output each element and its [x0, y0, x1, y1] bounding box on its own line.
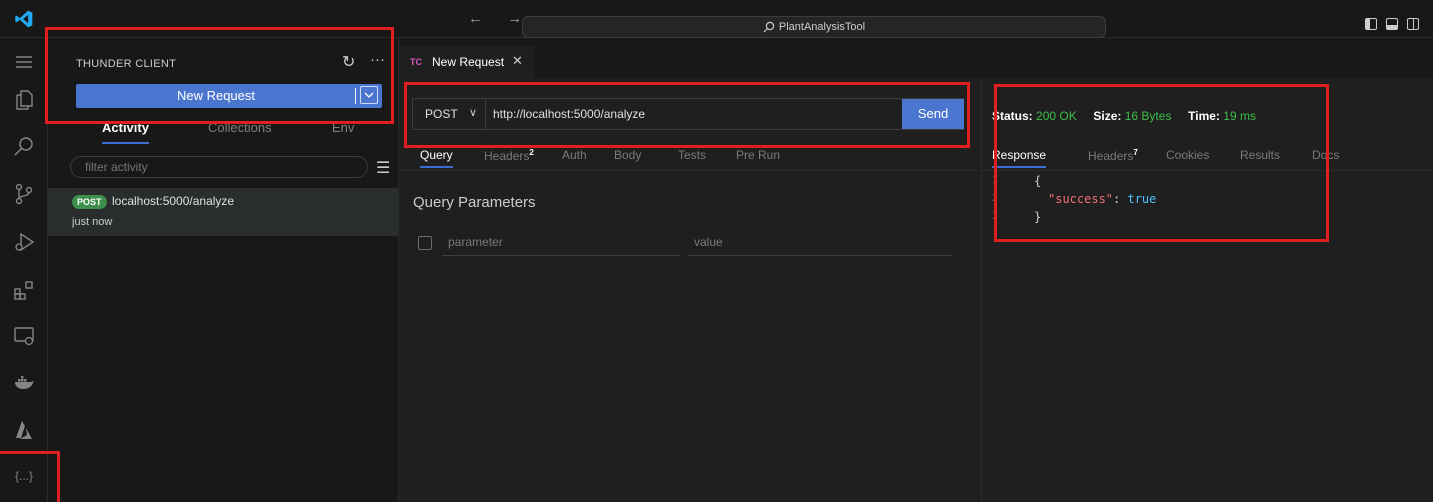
- menu-icon[interactable]: [0, 42, 48, 82]
- line-number: 3: [992, 211, 999, 222]
- tab-tests[interactable]: Tests: [678, 148, 706, 162]
- headers-count-badge: 2: [529, 148, 534, 157]
- response-status-row: Status: 200 OK Size: 16 Bytes Time: 19 m…: [992, 109, 1256, 123]
- param-value-input[interactable]: value: [688, 234, 952, 256]
- time-value: 19 ms: [1223, 109, 1256, 123]
- code-text: }: [1034, 210, 1042, 224]
- refresh-icon[interactable]: ↻: [342, 52, 355, 72]
- activity-url: localhost:5000/analyze: [112, 194, 235, 208]
- editor-tab-bar: TC New Request ✕: [400, 38, 1433, 78]
- chevron-down-icon: [364, 92, 374, 98]
- tab-body[interactable]: Body: [614, 148, 641, 162]
- tab-docs[interactable]: Docs: [1312, 148, 1339, 162]
- filter-row: ☰: [70, 156, 392, 180]
- thunder-client-sidebar: THUNDER CLIENT ↻ ··· New Request Activit…: [48, 38, 399, 502]
- response-tabs: Response Headers7 Cookies Results Docs: [992, 148, 1432, 170]
- more-actions-icon[interactable]: ···: [370, 51, 385, 68]
- tab-env[interactable]: Env: [332, 120, 354, 135]
- filter-activity-input[interactable]: [70, 156, 368, 178]
- tab-title: New Request: [432, 55, 505, 69]
- json-key: "success": [1048, 192, 1114, 206]
- activity-bar: {...}: [0, 38, 48, 502]
- button-divider: [355, 88, 356, 104]
- request-tabs: Query Headers2 Auth Body Tests Pre Run: [420, 148, 960, 170]
- query-parameters-title: Query Parameters: [413, 194, 536, 211]
- search-icon: [763, 21, 775, 33]
- search-icon[interactable]: [0, 126, 48, 166]
- param-checkbox[interactable]: [418, 236, 432, 250]
- code-text: {: [1034, 174, 1042, 188]
- tab-new-request[interactable]: TC New Request ✕: [400, 46, 534, 78]
- json-value: true: [1127, 192, 1157, 206]
- send-button[interactable]: Send: [902, 99, 964, 129]
- code-line: 1 {: [982, 172, 1433, 190]
- tab-response[interactable]: Response: [992, 148, 1047, 168]
- title-bar: ← → PlantAnalysisTool: [0, 0, 1433, 38]
- source-control-icon[interactable]: [0, 174, 48, 214]
- sidebar-tabs: Activity Collections Env: [76, 120, 382, 146]
- request-pane: POST ∨ http://localhost:5000/analyze Sen…: [400, 78, 980, 502]
- code-text: "success": true: [1048, 190, 1156, 208]
- divider: [485, 99, 486, 129]
- json-separator: :: [1113, 192, 1128, 206]
- size-label: Size:: [1093, 109, 1122, 123]
- activity-time: just now: [72, 216, 113, 228]
- azure-icon[interactable]: [0, 410, 48, 450]
- toggle-secondary-sidebar-icon[interactable]: [1407, 18, 1419, 30]
- tab-headers[interactable]: Headers2: [484, 148, 534, 163]
- tab-collections[interactable]: Collections: [208, 120, 272, 135]
- headers-count-badge: 7: [1133, 148, 1138, 157]
- line-number: 1: [992, 175, 999, 186]
- tab-activity[interactable]: Activity: [102, 120, 149, 144]
- response-pane: Status: 200 OK Size: 16 Bytes Time: 19 m…: [981, 78, 1433, 502]
- thunder-client-badge-icon: TC: [410, 57, 422, 67]
- param-name-input[interactable]: parameter: [442, 234, 680, 256]
- code-line: 3 }: [982, 208, 1433, 226]
- vscode-logo-icon: [15, 10, 33, 28]
- request-url-bar: POST ∨ http://localhost:5000/analyze Sen…: [412, 98, 964, 130]
- divider: [400, 170, 980, 171]
- tab-cookies[interactable]: Cookies: [1166, 148, 1209, 162]
- divider: [982, 170, 1433, 171]
- tab-results[interactable]: Results: [1240, 148, 1280, 162]
- method-badge: POST: [72, 195, 107, 209]
- extensions-icon[interactable]: [0, 270, 48, 310]
- tab-query[interactable]: Query: [420, 148, 453, 168]
- time-label: Time:: [1188, 109, 1220, 123]
- thunder-client-collections-icon[interactable]: {...}: [0, 456, 48, 496]
- status-label: Status:: [992, 109, 1033, 123]
- code-line: 2 "success": true: [982, 190, 1433, 208]
- status-value: 200 OK: [1036, 109, 1077, 123]
- tab-pre-run[interactable]: Pre Run: [736, 148, 780, 162]
- explorer-icon[interactable]: [0, 80, 48, 120]
- url-input[interactable]: http://localhost:5000/analyze: [493, 107, 645, 121]
- tab-headers-label: Headers: [1088, 149, 1134, 163]
- query-param-row: parameter value: [418, 234, 954, 256]
- layout-controls: [1365, 18, 1419, 30]
- tab-response-headers[interactable]: Headers7: [1088, 148, 1138, 163]
- run-debug-icon[interactable]: [0, 222, 48, 262]
- docker-icon[interactable]: [0, 362, 48, 402]
- size-value: 16 Bytes: [1124, 109, 1172, 123]
- new-request-label: New Request: [176, 88, 256, 103]
- new-request-button[interactable]: New Request: [76, 84, 382, 108]
- response-body: 1 { 2 "success": true 3 }: [982, 172, 1433, 226]
- toggle-primary-sidebar-icon[interactable]: [1365, 18, 1377, 30]
- close-tab-icon[interactable]: ✕: [512, 53, 523, 69]
- method-select[interactable]: POST: [425, 107, 458, 121]
- remote-explorer-icon[interactable]: [0, 316, 48, 356]
- toggle-panel-icon[interactable]: [1386, 18, 1398, 30]
- sidebar-title: THUNDER CLIENT: [76, 58, 177, 70]
- command-center-search[interactable]: PlantAnalysisTool: [522, 16, 1106, 38]
- line-number: 2: [992, 193, 999, 204]
- tab-headers-label: Headers: [484, 149, 530, 163]
- command-center-text: PlantAnalysisTool: [778, 21, 866, 33]
- activity-item[interactable]: POST localhost:5000/analyze just now: [48, 188, 398, 236]
- chevron-down-icon[interactable]: ∨: [469, 106, 477, 119]
- tab-auth[interactable]: Auth: [562, 148, 587, 162]
- filter-menu-icon[interactable]: ☰: [376, 158, 390, 178]
- new-request-dropdown[interactable]: [360, 86, 378, 104]
